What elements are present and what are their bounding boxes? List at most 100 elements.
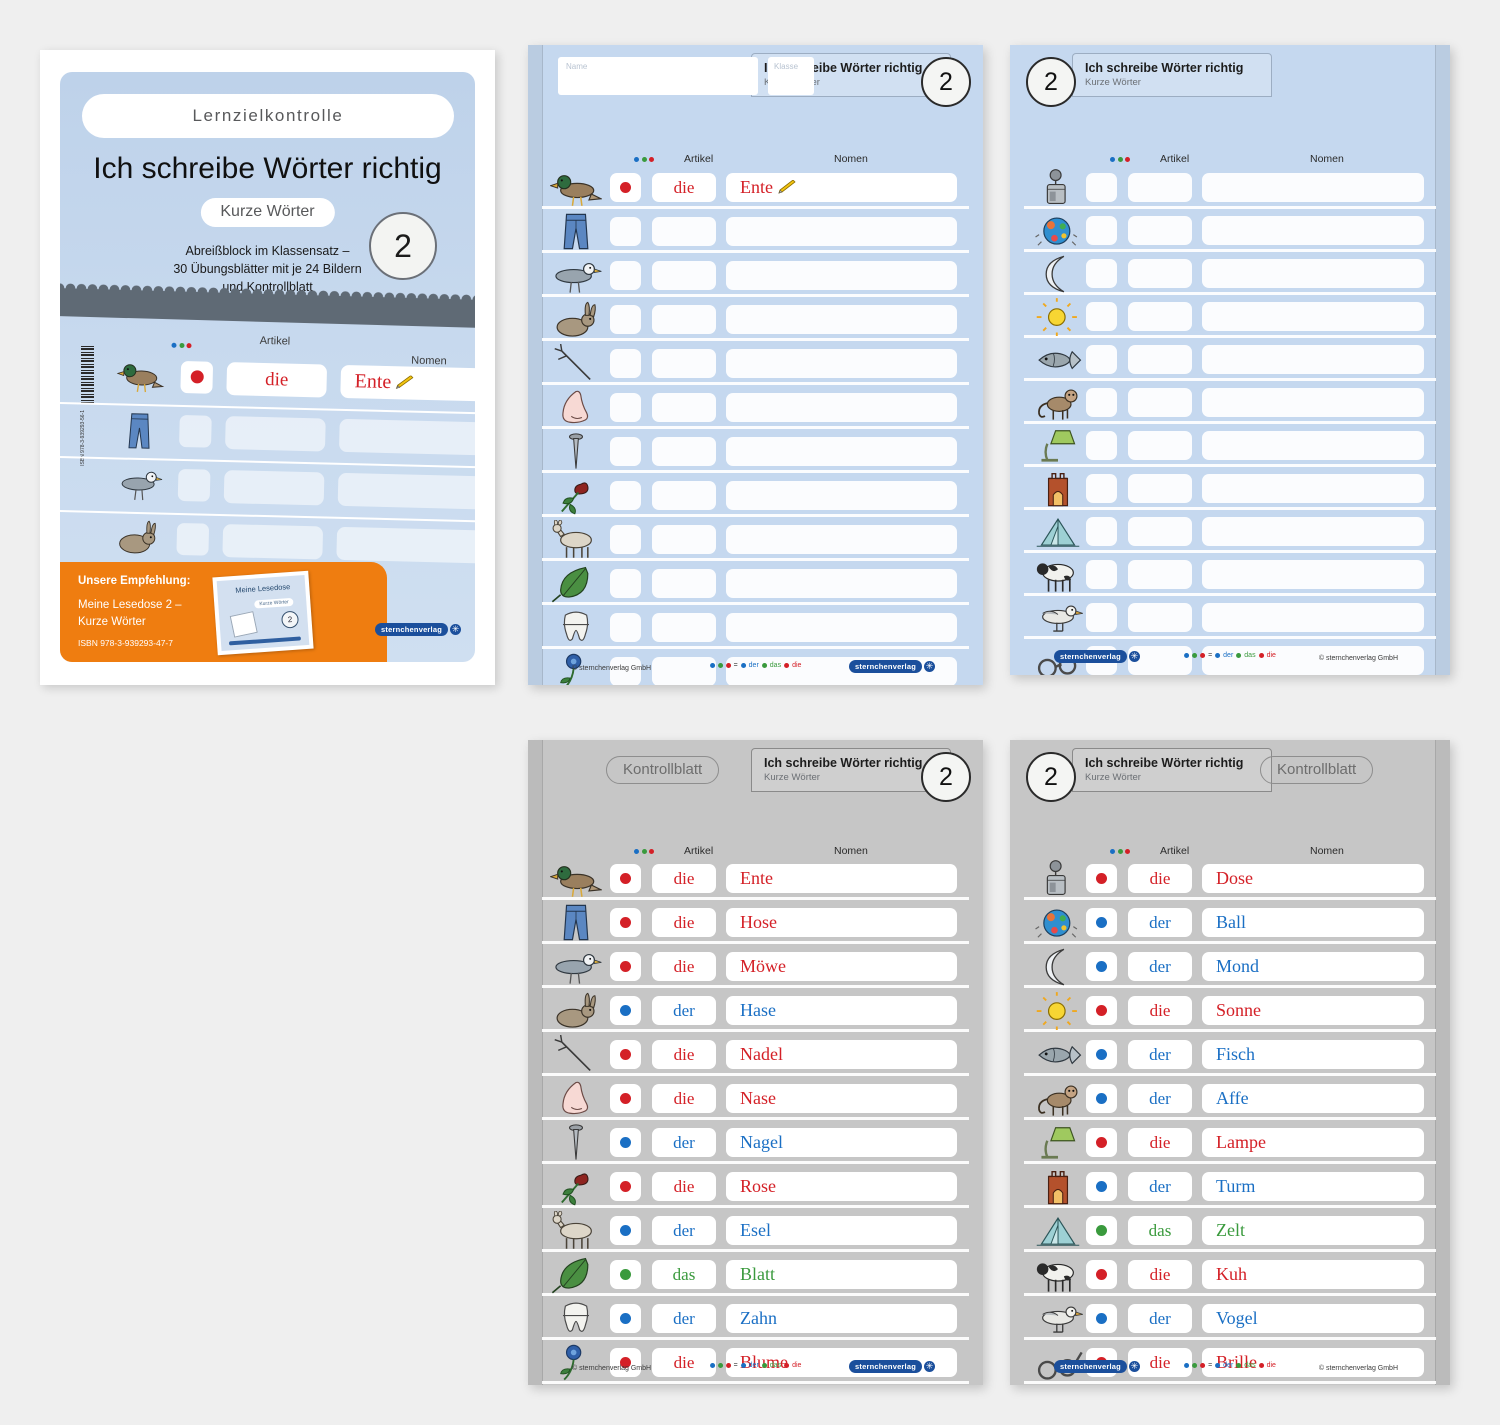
gender-dot-box[interactable] — [610, 569, 641, 598]
noun-input[interactable]: Rose — [726, 1172, 957, 1201]
gender-dot-box[interactable] — [1086, 431, 1117, 460]
article-input[interactable]: die — [652, 952, 716, 981]
klasse-input[interactable]: Klasse — [768, 57, 814, 95]
noun-input[interactable] — [1202, 431, 1424, 460]
noun-input[interactable]: Kuh — [1202, 1260, 1424, 1289]
gender-dot-box[interactable] — [1086, 259, 1117, 288]
noun-input[interactable]: Fisch — [1202, 1040, 1424, 1069]
article-input[interactable]: das — [652, 1260, 716, 1289]
article-input[interactable]: die — [1128, 864, 1192, 893]
noun-input[interactable]: Hose — [726, 908, 957, 937]
gender-dot-box[interactable] — [1086, 345, 1117, 374]
gender-dot-box[interactable] — [1086, 864, 1117, 893]
noun-input[interactable] — [1202, 345, 1424, 374]
gender-dot-box[interactable] — [1086, 517, 1117, 546]
article-input[interactable]: die — [652, 1084, 716, 1113]
article-input[interactable] — [652, 569, 716, 598]
gender-dot-box[interactable] — [1086, 1260, 1117, 1289]
article-input[interactable]: der — [652, 1128, 716, 1157]
article-input[interactable] — [652, 437, 716, 466]
gender-dot-box[interactable] — [1086, 216, 1117, 245]
noun-input[interactable] — [726, 525, 957, 554]
noun-input[interactable] — [1202, 388, 1424, 417]
gender-dot-box[interactable] — [610, 996, 641, 1025]
gender-dot-box[interactable] — [610, 349, 641, 378]
gender-dot-box[interactable] — [1086, 1128, 1117, 1157]
article-input[interactable] — [652, 525, 716, 554]
noun-input[interactable]: Nase — [726, 1084, 957, 1113]
noun-input[interactable]: Dose — [1202, 864, 1424, 893]
noun-input[interactable]: Zelt — [1202, 1216, 1424, 1245]
article-input[interactable] — [652, 393, 716, 422]
name-input[interactable]: Name — [558, 57, 758, 95]
noun-input[interactable]: Ente — [726, 864, 957, 893]
gender-dot-box[interactable] — [610, 1128, 641, 1157]
gender-dot-box[interactable] — [610, 1216, 641, 1245]
article-input[interactable] — [652, 613, 716, 642]
article-input[interactable] — [1128, 431, 1192, 460]
gender-dot-box[interactable] — [1086, 1040, 1117, 1069]
gender-dot-box[interactable] — [1086, 996, 1117, 1025]
article-input[interactable]: die — [652, 1040, 716, 1069]
gender-dot-box[interactable] — [1086, 1304, 1117, 1333]
noun-input[interactable] — [1202, 474, 1424, 503]
article-input[interactable]: die — [652, 1172, 716, 1201]
article-input[interactable] — [1128, 474, 1192, 503]
article-input[interactable]: der — [1128, 1040, 1192, 1069]
noun-input[interactable]: Nagel — [726, 1128, 957, 1157]
noun-input[interactable] — [1202, 517, 1424, 546]
article-input[interactable] — [652, 261, 716, 290]
noun-input[interactable] — [1202, 302, 1424, 331]
gender-dot-box[interactable] — [1086, 1084, 1117, 1113]
noun-input[interactable]: Hase — [726, 996, 957, 1025]
article-input[interactable]: der — [1128, 1084, 1192, 1113]
gender-dot-box[interactable] — [610, 908, 641, 937]
noun-input[interactable]: Lampe — [1202, 1128, 1424, 1157]
gender-dot-box[interactable] — [610, 1172, 641, 1201]
article-input[interactable] — [652, 349, 716, 378]
article-input[interactable]: der — [652, 996, 716, 1025]
noun-input[interactable]: Mond — [1202, 952, 1424, 981]
noun-input[interactable]: Esel — [726, 1216, 957, 1245]
noun-input[interactable]: Ente — [726, 173, 957, 202]
article-input[interactable]: der — [1128, 952, 1192, 981]
noun-input[interactable] — [1202, 603, 1424, 632]
article-input[interactable]: das — [1128, 1216, 1192, 1245]
noun-input[interactable]: Nadel — [726, 1040, 957, 1069]
noun-input[interactable] — [1202, 173, 1424, 202]
gender-dot-box[interactable] — [1086, 302, 1117, 331]
gender-dot-box[interactable] — [610, 305, 641, 334]
noun-input[interactable]: Ball — [1202, 908, 1424, 937]
gender-dot-box[interactable] — [610, 173, 641, 202]
gender-dot-box[interactable] — [1086, 173, 1117, 202]
article-input[interactable]: die — [1128, 1260, 1192, 1289]
article-input[interactable] — [1128, 302, 1192, 331]
gender-dot-box[interactable] — [610, 1040, 641, 1069]
article-input[interactable] — [652, 305, 716, 334]
gender-dot-box[interactable] — [610, 217, 641, 246]
gender-dot-box[interactable] — [1086, 388, 1117, 417]
article-input[interactable]: der — [1128, 908, 1192, 937]
noun-input[interactable]: Zahn — [726, 1304, 957, 1333]
article-input[interactable] — [1128, 388, 1192, 417]
article-input[interactable] — [1128, 345, 1192, 374]
noun-input[interactable]: Sonne — [1202, 996, 1424, 1025]
article-input[interactable]: die — [652, 908, 716, 937]
noun-input[interactable]: Turm — [1202, 1172, 1424, 1201]
article-input[interactable]: die — [652, 173, 716, 202]
noun-input[interactable] — [726, 481, 957, 510]
article-input[interactable] — [1128, 560, 1192, 589]
noun-input[interactable] — [726, 613, 957, 642]
noun-input[interactable] — [726, 569, 957, 598]
noun-input[interactable] — [1202, 560, 1424, 589]
article-input[interactable]: der — [652, 1216, 716, 1245]
gender-dot-box[interactable] — [1086, 1172, 1117, 1201]
gender-dot-box[interactable] — [610, 952, 641, 981]
gender-dot-box[interactable] — [610, 525, 641, 554]
noun-input[interactable] — [1202, 259, 1424, 288]
gender-dot-box[interactable] — [610, 1304, 641, 1333]
noun-input[interactable] — [726, 217, 957, 246]
gender-dot-box[interactable] — [1086, 603, 1117, 632]
article-input[interactable]: der — [1128, 1172, 1192, 1201]
noun-input[interactable] — [726, 305, 957, 334]
